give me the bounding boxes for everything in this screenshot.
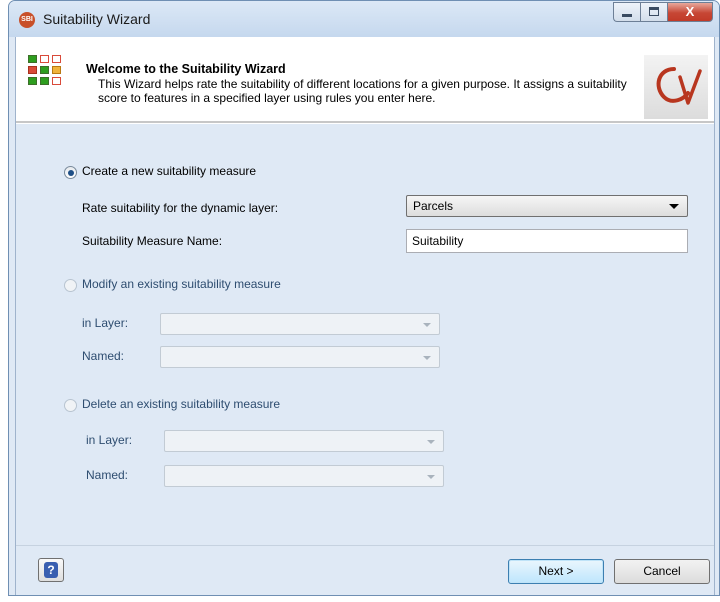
chevron-down-icon [423, 323, 431, 327]
delete-layer-dropdown[interactable] [164, 430, 444, 452]
cv-logo-mark [656, 67, 702, 105]
cancel-button[interactable]: Cancel [614, 559, 710, 584]
delete-layer-label: in Layer: [86, 433, 133, 447]
dynamic-layer-dropdown[interactable]: Parcels [406, 195, 688, 217]
create-radio[interactable] [64, 166, 77, 179]
chevron-down-icon [427, 440, 435, 444]
wizard-window: SBI Suitability Wizard X Welcome to the … [8, 0, 720, 596]
chevron-down-icon [423, 356, 431, 360]
modify-layer-label: in Layer: [82, 316, 129, 330]
delete-named-label: Named: [86, 468, 129, 482]
header-title: Welcome to the Suitability Wizard [86, 62, 286, 76]
maximize-button[interactable] [640, 2, 667, 22]
modify-named-dropdown[interactable] [160, 346, 440, 368]
wizard-body: Welcome to the Suitability Wizard This W… [15, 37, 715, 595]
modify-layer-dropdown[interactable] [160, 313, 440, 335]
window-title: Suitability Wizard [43, 11, 151, 27]
maximize-icon [649, 7, 659, 16]
chevron-down-icon [427, 475, 435, 479]
minimize-button[interactable] [613, 2, 640, 22]
title-bar: SBI Suitability Wizard X [9, 1, 719, 37]
cv-logo [644, 55, 708, 119]
dynamic-layer-label: Rate suitability for the dynamic layer: [82, 201, 279, 215]
delete-named-dropdown[interactable] [164, 465, 444, 487]
measure-name-input[interactable]: Suitability [406, 229, 688, 253]
wizard-header: Welcome to the Suitability Wizard This W… [16, 37, 714, 121]
chevron-down-icon [669, 204, 679, 209]
wizard-grid-icon [28, 55, 62, 85]
modify-named-label: Named: [82, 349, 125, 363]
delete-option-label[interactable]: Delete an existing suitability measure [82, 397, 280, 411]
close-button[interactable]: X [667, 2, 713, 22]
wizard-footer: ? Next > Cancel [16, 545, 714, 595]
dynamic-layer-value: Parcels [413, 199, 454, 213]
measure-name-label: Suitability Measure Name: [82, 234, 223, 248]
modify-radio[interactable] [64, 279, 77, 292]
create-option-label[interactable]: Create a new suitability measure [82, 164, 256, 178]
window-controls: X [613, 2, 713, 22]
help-button[interactable]: ? [38, 558, 64, 582]
delete-radio[interactable] [64, 399, 77, 412]
help-icon: ? [44, 562, 58, 578]
minimize-icon [622, 14, 632, 17]
header-description: This Wizard helps rate the suitability o… [98, 77, 627, 105]
options-panel: Create a new suitability measure Rate su… [16, 124, 714, 545]
modify-option-label[interactable]: Modify an existing suitability measure [82, 277, 281, 291]
close-icon: X [685, 4, 695, 19]
app-icon: SBI [19, 12, 35, 28]
next-button[interactable]: Next > [508, 559, 604, 584]
